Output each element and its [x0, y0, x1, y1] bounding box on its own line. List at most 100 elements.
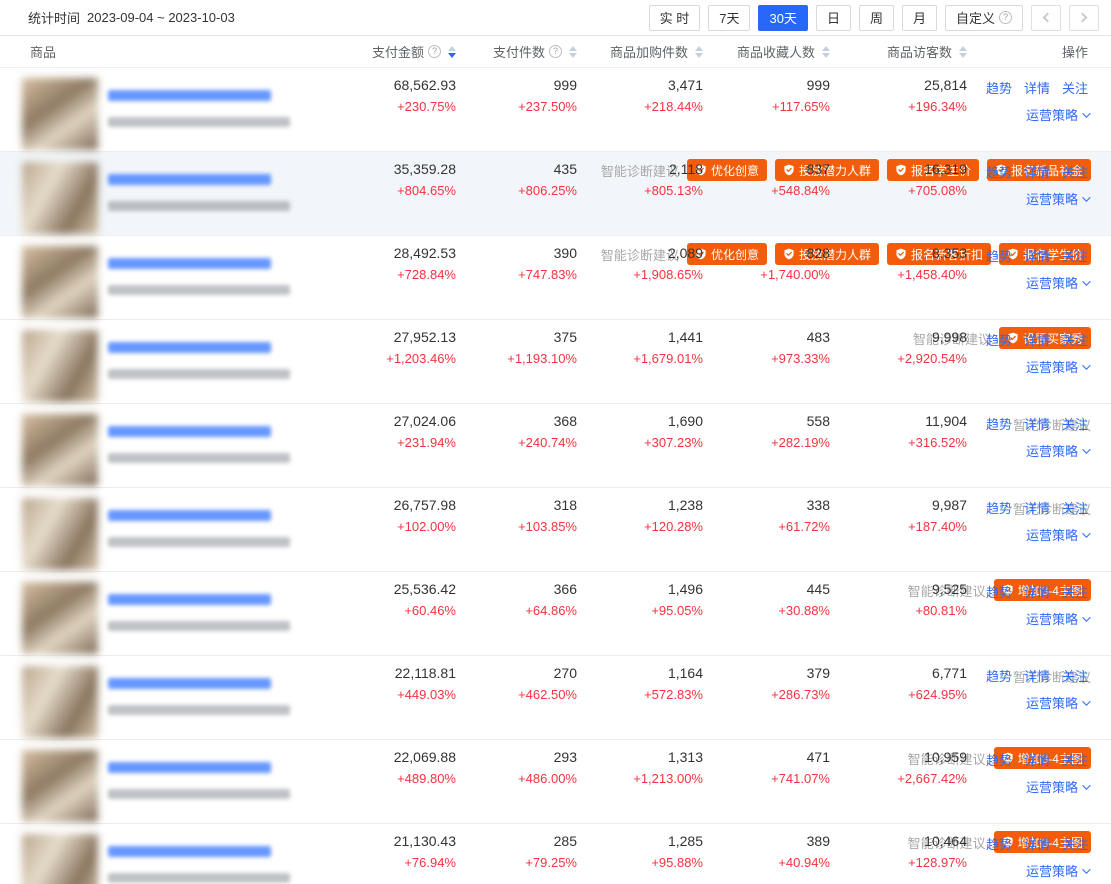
sort-icon[interactable]: [569, 46, 577, 58]
action-link-0[interactable]: 趋势: [986, 414, 1012, 433]
product-title-link[interactable]: [108, 174, 271, 185]
strategy-dropdown[interactable]: 运营策略: [1026, 273, 1088, 292]
action-link-0[interactable]: 趋势: [986, 330, 1012, 349]
action-link-1[interactable]: 详情: [1024, 666, 1050, 685]
next-period-button[interactable]: [1069, 5, 1099, 31]
period-button-0[interactable]: 实 时: [649, 5, 701, 31]
action-link-1[interactable]: 详情: [1024, 498, 1050, 517]
period-button-2[interactable]: 30天: [758, 5, 807, 31]
action-link-0[interactable]: 趋势: [986, 750, 1012, 769]
sort-icon[interactable]: [695, 46, 703, 58]
pay-amount-change: +728.84%: [340, 268, 456, 282]
column-header-product: 商品: [0, 42, 340, 61]
product-subtitle: [108, 285, 290, 295]
product-image[interactable]: [22, 246, 98, 318]
strategy-dropdown[interactable]: 运营策略: [1026, 693, 1088, 712]
cart-items-value: 1,238: [577, 498, 703, 513]
action-link-2[interactable]: 关注: [1062, 78, 1088, 97]
pay-items-value: 390: [456, 246, 577, 261]
product-title-link[interactable]: [108, 510, 271, 521]
action-link-0[interactable]: 趋势: [986, 834, 1012, 853]
product-subtitle: [108, 201, 290, 211]
pay-items-cell: 285 +79.25%: [456, 834, 577, 884]
action-link-2[interactable]: 关注: [1062, 834, 1088, 853]
strategy-dropdown[interactable]: 运营策略: [1026, 441, 1088, 460]
product-image[interactable]: [22, 78, 98, 150]
action-link-1[interactable]: 详情: [1024, 582, 1050, 601]
strategy-dropdown[interactable]: 运营策略: [1026, 357, 1088, 376]
product-title-link[interactable]: [108, 678, 271, 689]
product-image[interactable]: [22, 582, 98, 654]
product-image[interactable]: [22, 834, 98, 884]
action-link-2[interactable]: 关注: [1062, 246, 1088, 265]
action-link-1[interactable]: 详情: [1024, 246, 1050, 265]
action-link-2[interactable]: 关注: [1062, 414, 1088, 433]
action-link-1[interactable]: 详情: [1024, 834, 1050, 853]
period-button-3[interactable]: 日: [816, 5, 851, 31]
fav-users-change: +1,740.00%: [703, 268, 830, 282]
period-button-1[interactable]: 7天: [708, 5, 750, 31]
visitors-value: 8,353: [830, 246, 967, 261]
product-image[interactable]: [22, 162, 98, 234]
period-button-5[interactable]: 月: [902, 5, 937, 31]
action-link-0[interactable]: 趋势: [986, 666, 1012, 685]
action-link-2[interactable]: 关注: [1062, 582, 1088, 601]
action-link-2[interactable]: 关注: [1062, 162, 1088, 181]
action-link-1[interactable]: 详情: [1024, 78, 1050, 97]
product-image[interactable]: [22, 498, 98, 570]
product-title-link[interactable]: [108, 594, 271, 605]
product-image[interactable]: [22, 414, 98, 486]
product-image[interactable]: [22, 330, 98, 402]
sort-icon[interactable]: [448, 46, 456, 58]
pay-amount-value: 26,757.98: [340, 498, 456, 513]
action-link-0[interactable]: 趋势: [986, 78, 1012, 97]
strategy-dropdown[interactable]: 运营策略: [1026, 777, 1088, 796]
help-icon[interactable]: [549, 45, 562, 58]
action-link-1[interactable]: 详情: [1024, 330, 1050, 349]
action-link-0[interactable]: 趋势: [986, 246, 1012, 265]
action-link-1[interactable]: 详情: [1024, 750, 1050, 769]
period-switcher: 实 时 7天 30天 日 周 月 自定义: [649, 5, 1099, 31]
fav-users-value: 379: [703, 666, 830, 681]
help-icon[interactable]: [999, 11, 1012, 24]
strategy-dropdown[interactable]: 运营策略: [1026, 861, 1088, 880]
action-link-0[interactable]: 趋势: [986, 498, 1012, 517]
action-link-2[interactable]: 关注: [1062, 750, 1088, 769]
actions-cell: 趋势详情关注 运营策略: [967, 162, 1111, 234]
visitors-value: 9,998: [830, 330, 967, 345]
strategy-dropdown[interactable]: 运营策略: [1026, 525, 1088, 544]
action-link-0[interactable]: 趋势: [986, 582, 1012, 601]
action-link-0[interactable]: 趋势: [986, 162, 1012, 181]
table-row-3: 27,952.13 +1,203.46% 375 +1,193.10% 1,44…: [0, 320, 1111, 404]
product-image[interactable]: [22, 750, 98, 822]
sort-icon[interactable]: [959, 46, 967, 58]
period-button-6[interactable]: 自定义: [945, 5, 1023, 31]
action-link-1[interactable]: 详情: [1024, 414, 1050, 433]
product-title-link[interactable]: [108, 342, 271, 353]
strategy-dropdown[interactable]: 运营策略: [1026, 609, 1088, 628]
help-icon[interactable]: [428, 45, 441, 58]
action-link-2[interactable]: 关注: [1062, 330, 1088, 349]
product-title-link[interactable]: [108, 426, 271, 437]
product-title-link[interactable]: [108, 258, 271, 269]
action-link-1[interactable]: 详情: [1024, 162, 1050, 181]
chevron-down-icon: [1082, 865, 1090, 873]
sort-icon[interactable]: [822, 46, 830, 58]
product-image[interactable]: [22, 666, 98, 738]
pay-items-change: +806.25%: [456, 184, 577, 198]
pay-amount-change: +489.80%: [340, 772, 456, 786]
product-title-link[interactable]: [108, 90, 271, 101]
action-link-2[interactable]: 关注: [1062, 498, 1088, 517]
product-title-link[interactable]: [108, 762, 271, 773]
action-link-2[interactable]: 关注: [1062, 666, 1088, 685]
prev-period-button[interactable]: [1031, 5, 1061, 31]
period-button-4[interactable]: 周: [859, 5, 894, 31]
cart-items-value: 2,118: [577, 162, 703, 177]
strategy-dropdown[interactable]: 运营策略: [1026, 189, 1088, 208]
strategy-dropdown[interactable]: 运营策略: [1026, 105, 1088, 124]
product-title-link[interactable]: [108, 846, 271, 857]
fav-users-change: +61.72%: [703, 520, 830, 534]
pay-amount-change: +102.00%: [340, 520, 456, 534]
chevron-down-icon: [1082, 697, 1090, 705]
cart-items-value: 1,441: [577, 330, 703, 345]
